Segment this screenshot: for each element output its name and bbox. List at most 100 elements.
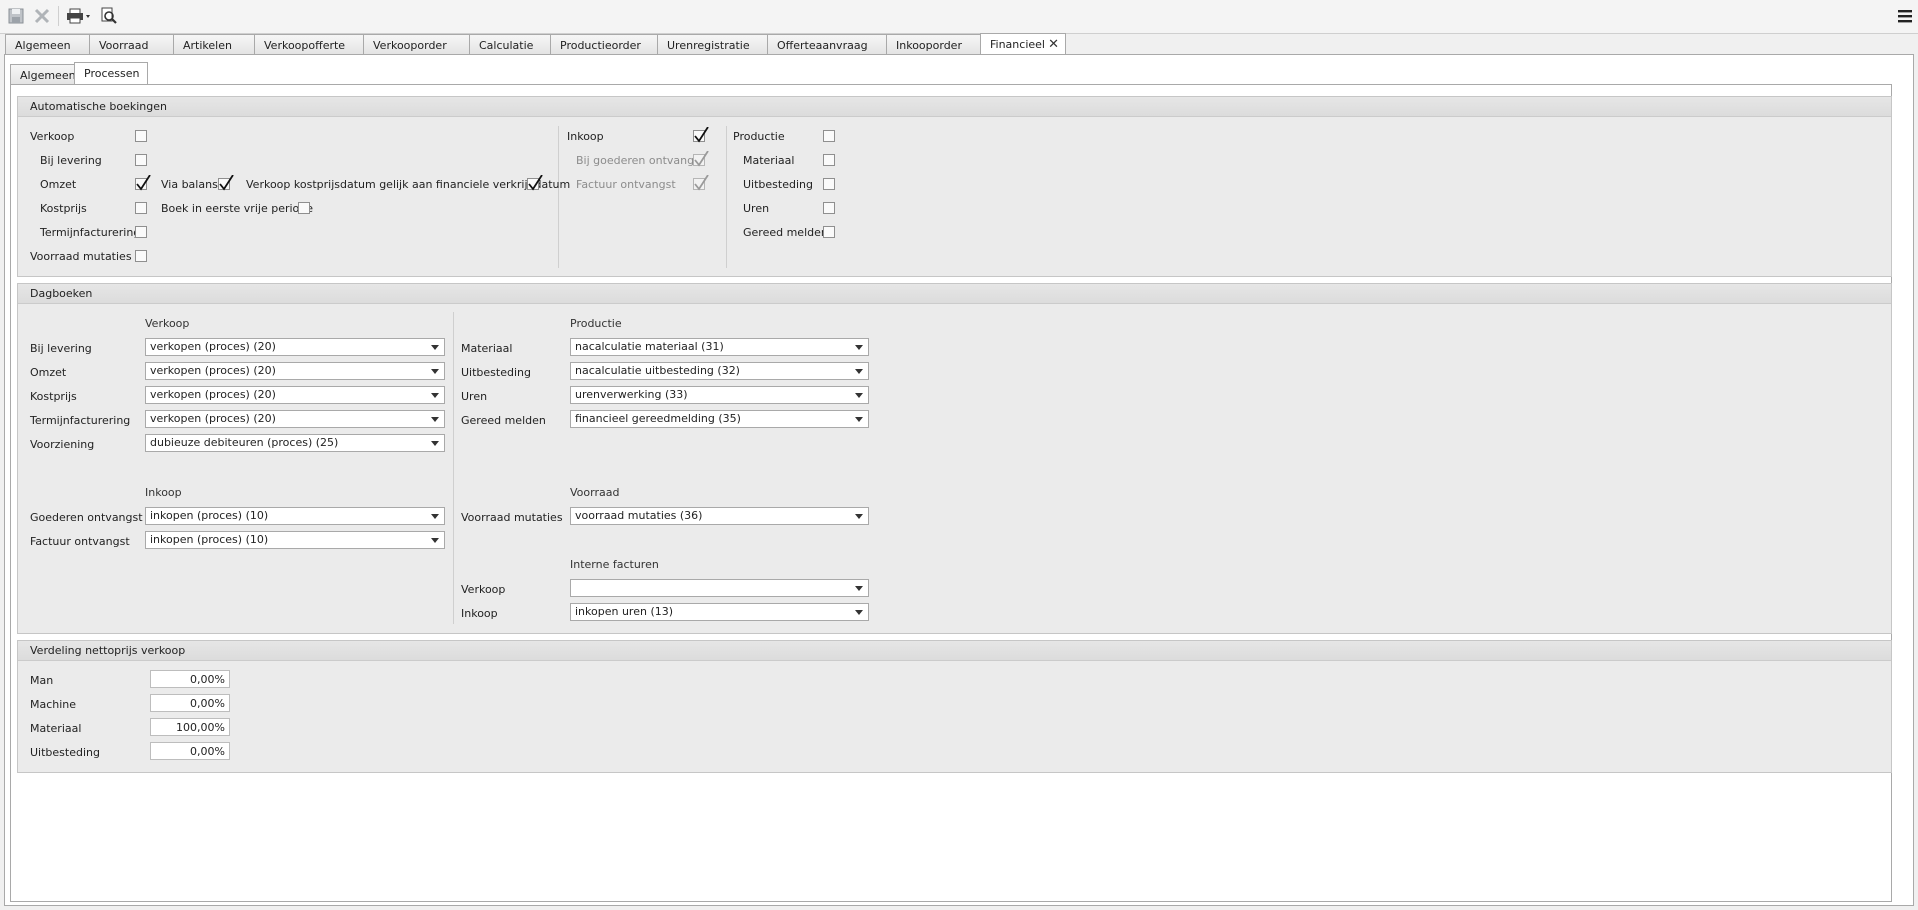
subtab-algemeen[interactable]: Algemeen xyxy=(10,64,76,85)
checkbox-eerste-vrije-periode[interactable] xyxy=(298,202,310,214)
select-gereed-melden[interactable]: financieel gereedmelding (35) xyxy=(570,410,869,428)
checkbox-kostprijsdatum[interactable] xyxy=(527,175,543,191)
header-interne-facturen: Interne facturen xyxy=(570,558,659,571)
input-uitbesteding[interactable] xyxy=(150,742,230,760)
print-preview-icon[interactable] xyxy=(100,7,120,25)
label-uitbesteding: Uitbesteding xyxy=(30,746,100,759)
tab-calculatie[interactable]: Calculatie xyxy=(469,34,551,55)
label-bij-levering: Bij levering xyxy=(40,154,102,167)
tab-inkooporder[interactable]: Inkooporder xyxy=(886,34,981,55)
discard-icon[interactable] xyxy=(33,7,53,25)
label-termijnfacturering: Termijnfacturering xyxy=(30,414,131,427)
label-interne-inkoop: Inkoop xyxy=(461,607,498,620)
tab-offerteaanvraag[interactable]: Offerteaanvraag xyxy=(767,34,887,55)
tab-financieel[interactable]: Financieel ✕ xyxy=(980,33,1066,55)
tab-voorraad[interactable]: Voorraad xyxy=(89,34,174,55)
tab-label: Inkooporder xyxy=(896,39,962,52)
tab-label: Urenregistratie xyxy=(667,39,750,52)
checkbox-via-balans[interactable] xyxy=(218,175,234,191)
checkbox-verkoop[interactable] xyxy=(135,130,147,142)
checkmark-icon xyxy=(694,151,709,167)
select-value: verkopen (proces) (20) xyxy=(150,412,276,425)
label-verkoop: Verkoop xyxy=(30,130,75,143)
checkbox-voorraad-mutaties[interactable] xyxy=(135,250,147,262)
select-interne-inkoop[interactable]: inkopen uren (13) xyxy=(570,603,869,621)
select-value: financieel gereedmelding (35) xyxy=(575,412,741,425)
label-bij-goederen-ontvangst: Bij goederen ontvangst xyxy=(576,154,705,167)
label-inkoop: Inkoop xyxy=(567,130,604,143)
label-factuur-ontvangst: Factuur ontvangst xyxy=(576,178,676,191)
select-materiaal[interactable]: nacalculatie materiaal (31) xyxy=(570,338,869,356)
label-uitbesteding: Uitbesteding xyxy=(743,178,813,191)
checkmark-icon xyxy=(694,175,709,191)
tab-urenregistratie[interactable]: Urenregistratie xyxy=(657,34,768,55)
dropdown-arrow-icon xyxy=(855,514,863,519)
label-gereed-melden: Gereed melden xyxy=(743,226,828,239)
checkbox-gereed-melden[interactable] xyxy=(823,226,835,238)
dropdown-arrow-icon xyxy=(855,417,863,422)
select-goederen-ontvangst[interactable]: inkopen (proces) (10) xyxy=(145,507,445,525)
select-factuur-ontvangst[interactable]: inkopen (proces) (10) xyxy=(145,531,445,549)
checkbox-termijnfacturering[interactable] xyxy=(135,226,147,238)
tab-verkooporder[interactable]: Verkooporder xyxy=(363,34,470,55)
checkbox-bij-levering[interactable] xyxy=(135,154,147,166)
label-man: Man xyxy=(30,674,54,687)
tab-label: Voorraad xyxy=(99,39,149,52)
select-kostprijs[interactable]: verkopen (proces) (20) xyxy=(145,386,445,404)
label-productie: Productie xyxy=(733,130,785,143)
input-man[interactable] xyxy=(150,670,230,688)
tab-algemeen[interactable]: Algemeen xyxy=(5,34,90,55)
select-voorziening[interactable]: dubieuze debiteuren (proces) (25) xyxy=(145,434,445,452)
select-omzet[interactable]: verkopen (proces) (20) xyxy=(145,362,445,380)
dropdown-arrow-icon xyxy=(855,393,863,398)
select-uitbesteding[interactable]: nacalculatie uitbesteding (32) xyxy=(570,362,869,380)
checkbox-productie[interactable] xyxy=(823,130,835,142)
save-icon[interactable] xyxy=(7,7,27,25)
print-icon[interactable] xyxy=(66,7,92,25)
close-icon[interactable]: ✕ xyxy=(1048,34,1059,55)
dropdown-arrow-icon xyxy=(431,514,439,519)
select-termijnfacturering[interactable]: verkopen (proces) (20) xyxy=(145,410,445,428)
checkbox-uren[interactable] xyxy=(823,202,835,214)
tab-label: Calculatie xyxy=(479,39,534,52)
dropdown-arrow-icon xyxy=(855,586,863,591)
select-value: verkopen (proces) (20) xyxy=(150,340,276,353)
tab-productieorder[interactable]: Productieorder xyxy=(550,34,658,55)
input-materiaal[interactable] xyxy=(150,718,230,736)
group-title: Dagboeken xyxy=(18,284,1891,304)
tab-verkoopofferte[interactable]: Verkoopofferte xyxy=(254,34,364,55)
checkmark-icon xyxy=(694,127,709,143)
label-gereed-melden: Gereed melden xyxy=(461,414,546,427)
select-interne-verkoop[interactable] xyxy=(570,579,869,597)
tab-label: Verkooporder xyxy=(373,39,447,52)
checkbox-uitbesteding[interactable] xyxy=(823,178,835,190)
label-voorziening: Voorziening xyxy=(30,438,95,451)
dropdown-arrow-icon xyxy=(431,441,439,446)
label-eerste-vrije-periode: Boek in eerste vrije periode xyxy=(161,202,314,215)
input-machine[interactable] xyxy=(150,694,230,712)
checkbox-materiaal[interactable] xyxy=(823,154,835,166)
dropdown-arrow-icon xyxy=(431,538,439,543)
tab-artikelen[interactable]: Artikelen xyxy=(173,34,255,55)
dropdown-arrow-icon xyxy=(855,369,863,374)
dropdown-arrow-icon xyxy=(431,417,439,422)
subtab-processen[interactable]: Processen xyxy=(74,62,148,85)
group-verdeling-nettoprijs: Verdeling nettoprijs verkoop xyxy=(17,640,1892,773)
label-uren: Uren xyxy=(461,390,488,403)
checkbox-omzet[interactable] xyxy=(135,175,151,191)
column-divider xyxy=(726,126,727,268)
select-uren[interactable]: urenverwerking (33) xyxy=(570,386,869,404)
select-bij-levering[interactable]: verkopen (proces) (20) xyxy=(145,338,445,356)
hamburger-menu-icon[interactable] xyxy=(1896,8,1914,24)
label-materiaal: Materiaal xyxy=(461,342,513,355)
checkbox-kostprijs[interactable] xyxy=(135,202,147,214)
label-goederen-ontvangst: Goederen ontvangst xyxy=(30,511,143,524)
label-voorraad-mutaties: Voorraad mutaties xyxy=(461,511,563,524)
checkbox-inkoop[interactable] xyxy=(693,127,709,143)
select-voorraad-mutaties[interactable]: voorraad mutaties (36) xyxy=(570,507,869,525)
select-value: inkopen (proces) (10) xyxy=(150,533,269,546)
label-kostprijs: Kostprijs xyxy=(40,202,87,215)
header-voorraad: Voorraad xyxy=(570,486,620,499)
header-inkoop: Inkoop xyxy=(145,486,182,499)
label-via-balans: Via balans xyxy=(161,178,218,191)
